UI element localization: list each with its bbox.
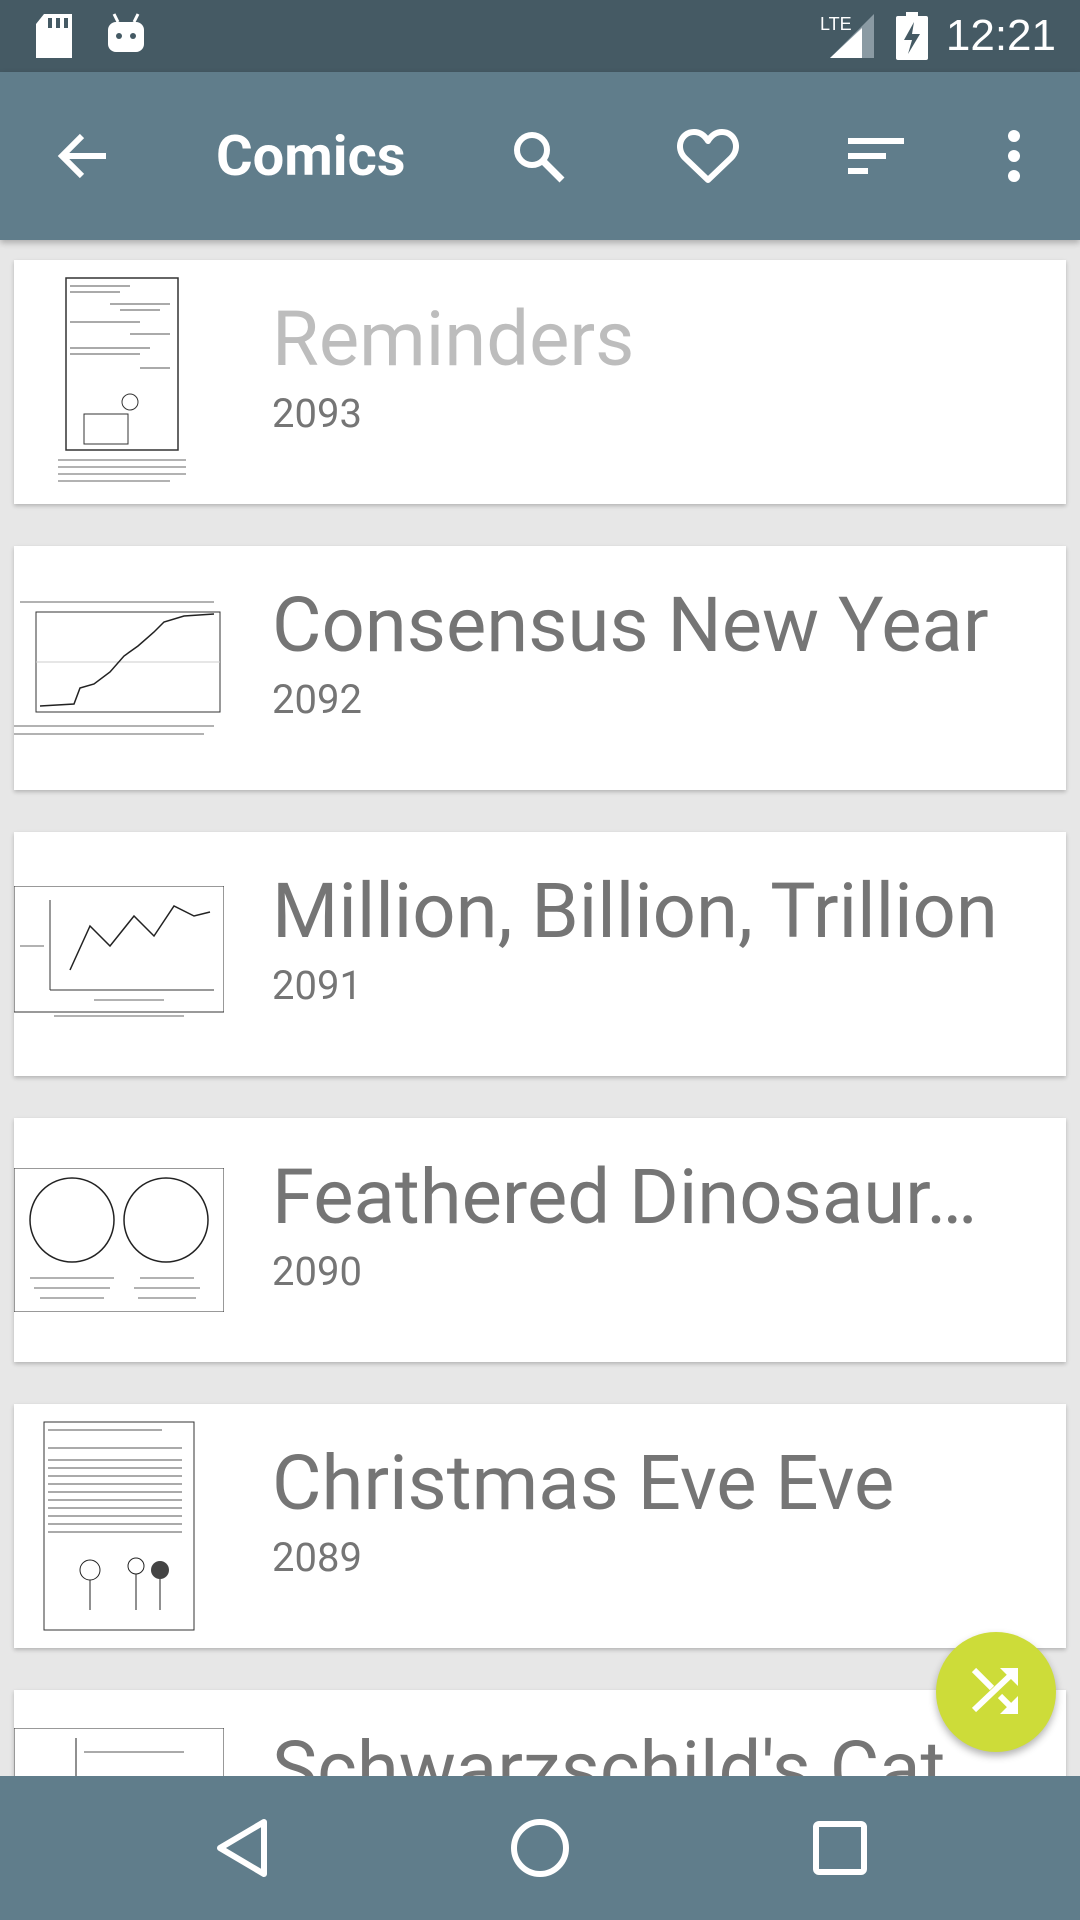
sd-card-icon — [36, 14, 72, 62]
search-icon[interactable] — [490, 72, 586, 240]
comic-title: Reminders — [272, 294, 635, 384]
comic-title: Schwarzschild's Cat — [272, 1724, 946, 1776]
comic-card[interactable]: Feathered Dinosaur… 2090 — [14, 1118, 1066, 1362]
nav-back-icon[interactable] — [170, 1776, 314, 1920]
shuffle-button[interactable] — [936, 1632, 1056, 1752]
lte-signal-icon: LTE — [818, 12, 878, 62]
comic-thumbnail — [14, 1727, 225, 1776]
comic-thumbnail — [14, 1167, 225, 1313]
comic-card[interactable]: Million, Billion, Trillion 2091 — [14, 832, 1066, 1076]
comic-number: 2091 — [272, 962, 362, 1009]
comic-card[interactable]: Schwarzschild's Cat — [14, 1690, 1066, 1776]
status-bar: LTE 12:21 — [0, 0, 1080, 72]
comic-thumbnail — [50, 274, 194, 490]
comic-thumbnail — [14, 596, 224, 740]
comic-number: 2089 — [272, 1534, 362, 1581]
comic-number: 2090 — [272, 1248, 362, 1295]
android-debug-icon — [106, 12, 146, 58]
comic-card[interactable]: Christmas Eve Eve 2089 — [14, 1404, 1066, 1648]
comic-number: 2092 — [272, 676, 362, 723]
comic-card[interactable]: Reminders 2093 — [14, 260, 1066, 504]
nav-home-icon[interactable] — [468, 1776, 612, 1920]
sort-icon[interactable] — [828, 72, 924, 240]
navigation-bar — [0, 1776, 1080, 1920]
clock-time: 12:21 — [945, 11, 1056, 60]
comic-title: Million, Billion, Trillion — [272, 866, 998, 956]
back-arrow-icon[interactable] — [34, 72, 130, 240]
page-title: Comics — [216, 123, 406, 189]
app-bar: Comics — [0, 72, 1080, 240]
lte-label: LTE — [820, 14, 852, 34]
heart-icon[interactable] — [660, 72, 756, 240]
comic-thumbnail — [42, 1420, 196, 1632]
nav-recents-icon[interactable] — [768, 1776, 912, 1920]
comic-card[interactable]: Consensus New Year 2092 — [14, 546, 1066, 790]
comic-title: Feathered Dinosaur… — [272, 1152, 978, 1242]
comic-title: Christmas Eve Eve — [272, 1438, 895, 1528]
comic-title: Consensus New Year — [272, 580, 989, 670]
shuffle-icon — [970, 1664, 1022, 1720]
comic-list[interactable]: Reminders 2093 Consensus New Year 2092 M… — [0, 240, 1080, 1776]
comic-number: 2093 — [272, 390, 362, 437]
comic-thumbnail — [14, 885, 225, 1022]
overflow-menu-icon[interactable] — [966, 72, 1062, 240]
battery-charging-icon — [896, 12, 928, 64]
